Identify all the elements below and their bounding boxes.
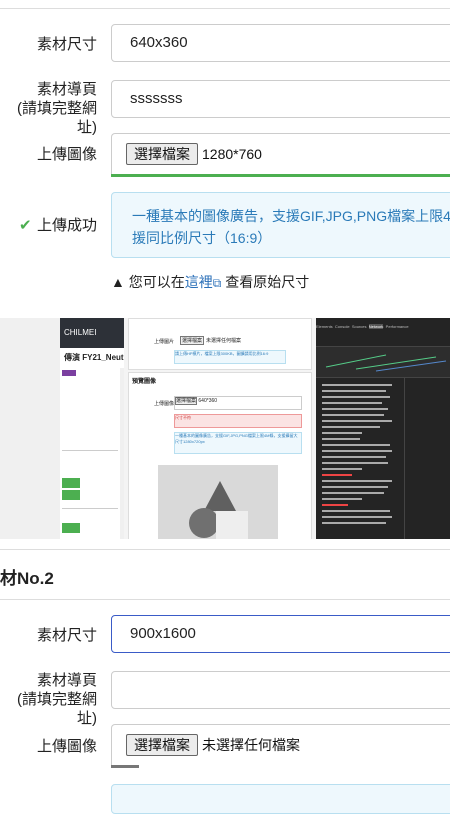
app-logo: CHILMEI xyxy=(60,318,124,348)
info-line1: 一種基本的圖像廣告，支援GIF,JPG,PNG檔案上限4M xyxy=(132,208,450,224)
preview-upload-label: 上傳圖像 xyxy=(154,401,175,407)
external-link-icon[interactable]: ⧉ xyxy=(213,276,222,290)
check-icon: ✔ xyxy=(19,217,32,234)
preview-file-btn: 選擇檔案 xyxy=(175,397,198,405)
devtools-waterfall xyxy=(316,346,450,378)
devtools-split xyxy=(404,378,405,539)
url-label-2-line1: 素材導頁 xyxy=(36,672,97,689)
devtools-tab: Console xyxy=(334,324,350,329)
item2-title: 材No.2 xyxy=(0,569,54,588)
size-label-2: 素材尺寸 xyxy=(36,627,97,644)
request-rows-icon xyxy=(322,384,392,524)
form-upload-label: 上傳圖片 xyxy=(154,339,175,345)
success-label: 上傳成功 xyxy=(36,217,97,234)
preview-title: 預覽圖像 xyxy=(132,379,157,385)
file-name: 1280*760 xyxy=(202,146,262,162)
form-hint: 請上傳HP模片，檔案上限300KB，圖擴請用比例16:9 xyxy=(174,350,286,364)
file-name-2: 未選擇任何檔案 xyxy=(202,737,300,753)
size-label: 素材尺寸 xyxy=(36,36,97,53)
upload-label: 上傳圖像 xyxy=(36,146,97,163)
url-input-2[interactable] xyxy=(111,671,450,709)
app-tag xyxy=(62,370,76,376)
devtools-tab: Performance xyxy=(385,324,409,329)
waterfall-icon xyxy=(325,354,447,372)
app-green-btn xyxy=(62,478,80,488)
section-divider xyxy=(0,549,450,550)
info-box: 一種基本的圖像廣告，支援GIF,JPG,PNG檔案上限4M 援同比例尺寸（16:… xyxy=(111,192,450,258)
url-label-2: 素材導頁 (請填完整網址) xyxy=(0,671,97,728)
app-line-2 xyxy=(62,508,118,509)
form-file-btn: 選擇檔案 xyxy=(180,336,205,345)
preview-image xyxy=(158,465,278,539)
note-link[interactable]: 這裡 xyxy=(185,274,213,290)
preview-file-name: 640*360 xyxy=(198,398,218,404)
embedded-screenshot: CHILMEI 傳演 FY21_Neutrog 上傳圖片 選擇檔案 未選擇任何檔… xyxy=(0,318,450,539)
note: ▲ 您可以在這裡⧉ 查看原始尺寸 xyxy=(111,273,309,292)
upload-progress-bar xyxy=(111,174,450,177)
app-green-btn-2 xyxy=(62,490,80,500)
devtools-tabs: Elements Console Sources Network Perform… xyxy=(316,324,450,332)
url-label: 素材導頁 (請填完整網址) xyxy=(0,80,97,137)
size-input[interactable]: 640x360 xyxy=(111,24,450,62)
choose-file-button[interactable]: 選擇檔案 xyxy=(126,143,198,165)
form-file-none: 未選擇任何檔案 xyxy=(206,338,242,344)
note-prefix: 您可以在 xyxy=(128,274,185,290)
app-green-btn-3 xyxy=(62,523,80,533)
upload-progress-bar-2 xyxy=(111,765,139,768)
devtools-tab: Elements xyxy=(316,324,333,329)
warning-icon: ▲ xyxy=(111,274,125,290)
top-divider xyxy=(0,8,450,9)
section-divider-2 xyxy=(0,599,450,600)
choose-file-button-2[interactable]: 選擇檔案 xyxy=(126,734,198,756)
url-label-line2: (請填完整網址) xyxy=(17,100,97,136)
url-label-2-line2: (請填完整網址) xyxy=(17,691,97,727)
devtools-request-list xyxy=(322,382,402,532)
app-heading: 傳演 FY21_Neutrog xyxy=(60,348,124,368)
preview-info: 一種基本的圖像廣告，支援GIF,JPG,PNG檔案上限4M條，支援攝留大尺寸12… xyxy=(174,432,302,454)
info-line2: 援同比例尺寸（16:9） xyxy=(132,230,272,246)
preview-file-field: 選擇檔案 640*360 xyxy=(174,396,302,410)
devtools-tab: Sources xyxy=(351,324,367,329)
info-box-2 xyxy=(111,784,450,814)
url-input[interactable]: sssssss xyxy=(111,80,450,118)
upload-label-2: 上傳圖像 xyxy=(36,738,97,755)
app-line xyxy=(62,450,118,451)
url-label-line1: 素材導頁 xyxy=(36,81,97,98)
placeholder-shapes-icon xyxy=(189,481,248,539)
size-input-2[interactable]: 900x1600 xyxy=(111,615,450,653)
note-suffix: 查看原始尺寸 xyxy=(225,274,310,290)
preview-error: 尺寸不符 xyxy=(174,414,302,428)
devtools-tab: Network xyxy=(368,324,384,329)
